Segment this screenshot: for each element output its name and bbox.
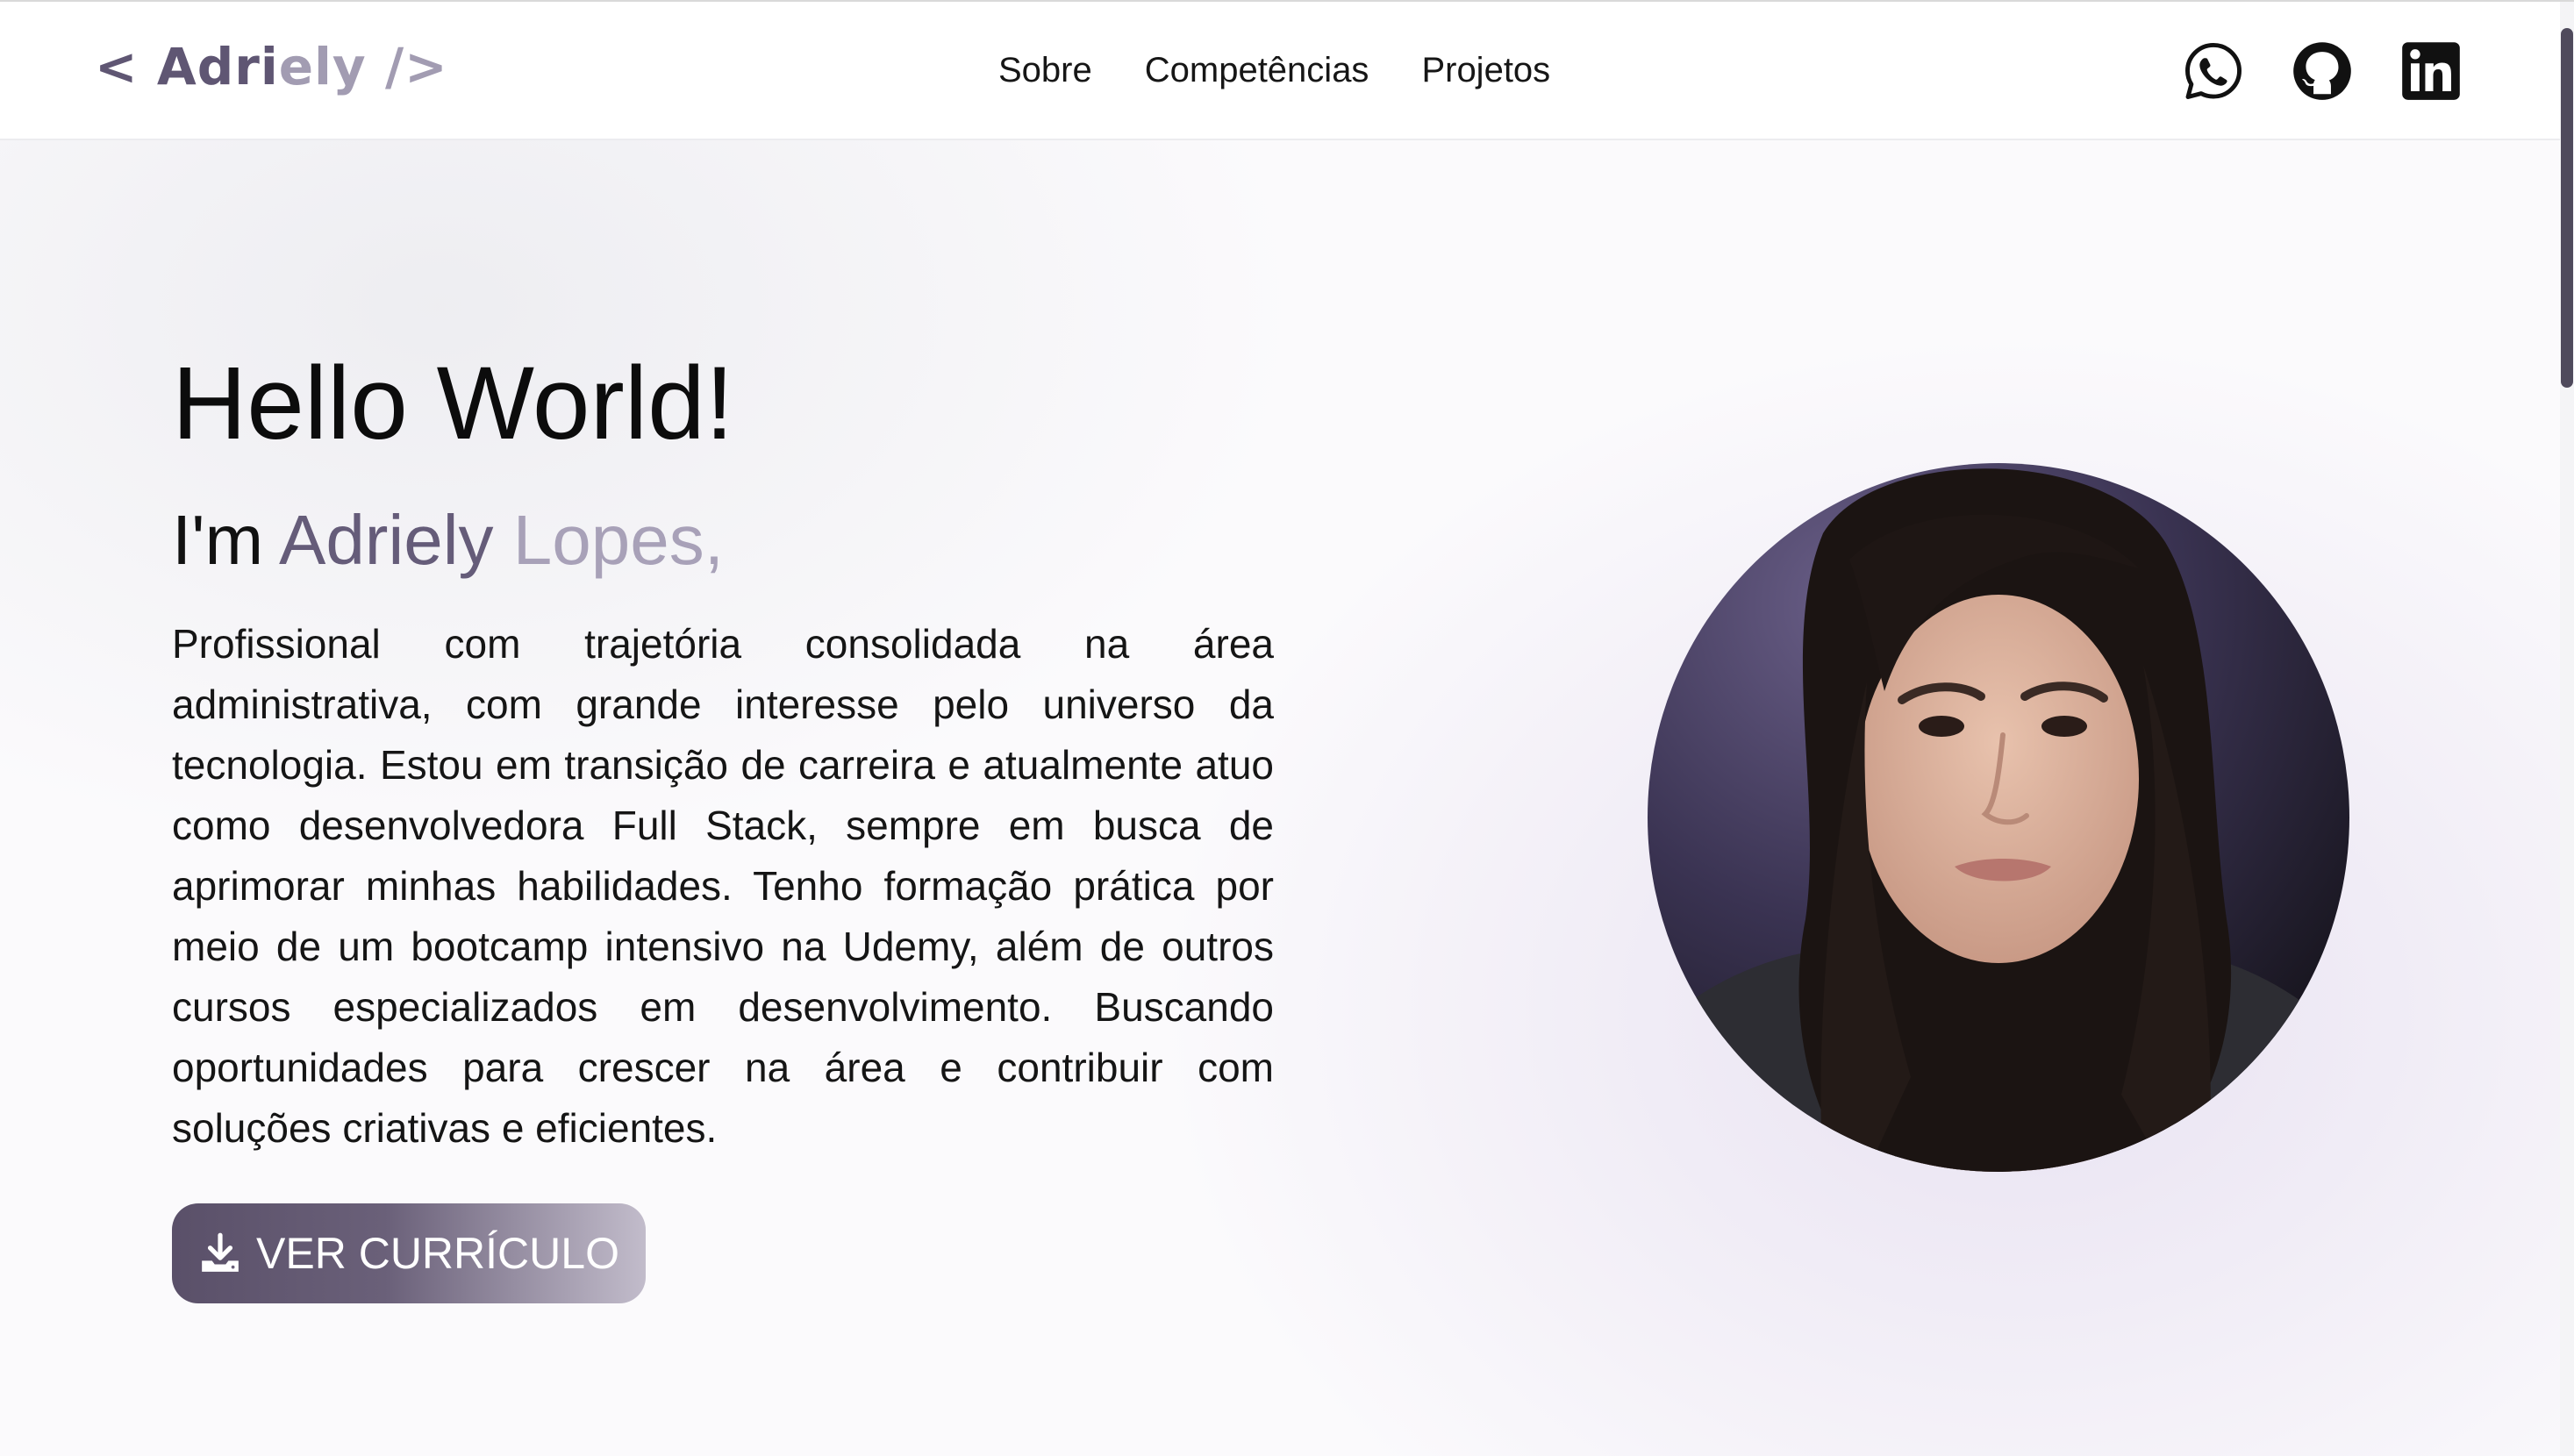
logo[interactable]: < Adriely /> xyxy=(95,37,448,96)
profile-photo-illustration xyxy=(1648,463,2349,1172)
hero-greeting: I'm xyxy=(172,501,264,579)
view-resume-button[interactable]: VER CURRÍCULO xyxy=(172,1203,646,1303)
main-nav: Sobre Competências Projetos xyxy=(998,51,1550,90)
hero-title: Hello World! xyxy=(172,346,734,461)
download-icon xyxy=(202,1232,239,1272)
nav-link-sobre[interactable]: Sobre xyxy=(998,51,1092,90)
page: < Adriely /> Sobre Competências Projetos xyxy=(0,0,2574,1456)
logo-name-tail: ely xyxy=(278,37,367,96)
github-icon[interactable] xyxy=(2292,40,2353,102)
view-resume-label: VER CURRÍCULO xyxy=(256,1229,619,1278)
nav-link-projetos[interactable]: Projetos xyxy=(1421,51,1550,90)
hero-subtitle: I'm Adriely Lopes, xyxy=(172,500,724,581)
logo-close-bracket: > xyxy=(404,37,448,96)
scrollbar-thumb[interactable] xyxy=(2561,28,2573,388)
hero-first-name: Adriely xyxy=(278,501,494,579)
whatsapp-icon[interactable] xyxy=(2183,40,2244,102)
hero-last-name: Lopes, xyxy=(512,501,724,579)
profile-photo xyxy=(1648,463,2349,1172)
linkedin-icon[interactable] xyxy=(2400,40,2462,102)
logo-open-bracket: < xyxy=(95,37,139,96)
site-header: < Adriely /> Sobre Competências Projetos xyxy=(0,2,2560,140)
nav-link-competencias[interactable]: Competências xyxy=(1145,51,1369,90)
social-links xyxy=(2183,40,2462,102)
page-scrollbar[interactable] xyxy=(2560,2,2574,1456)
hero-description: Profissional com trajetória consolidada … xyxy=(172,621,1274,1151)
logo-slash: / xyxy=(384,37,405,96)
logo-name-main: Adri xyxy=(156,37,279,96)
